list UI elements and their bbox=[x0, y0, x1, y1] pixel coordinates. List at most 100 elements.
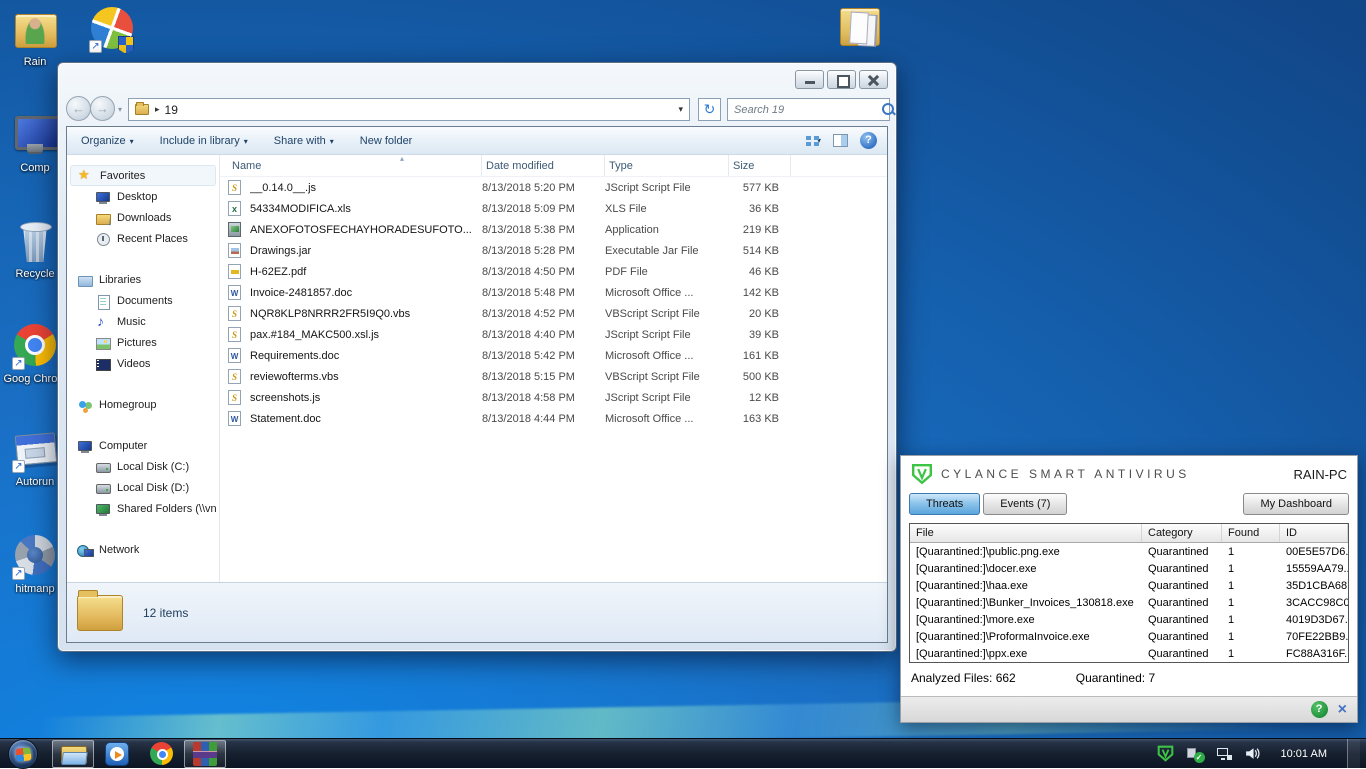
file-row[interactable]: screenshots.js 8/13/2018 4:58 PM JScript… bbox=[220, 387, 887, 408]
column-header-name[interactable]: Name bbox=[228, 155, 482, 176]
file-date: 8/13/2018 4:40 PM bbox=[482, 329, 605, 341]
computer-icon bbox=[11, 112, 59, 160]
sidebar-item-local-disk-c[interactable]: Local Disk (C:) bbox=[67, 456, 219, 477]
hitmanpro-icon bbox=[11, 533, 59, 581]
refresh-button[interactable]: ↻ bbox=[698, 98, 721, 121]
winrar-icon bbox=[193, 742, 217, 766]
sidebar-item-network[interactable]: Network bbox=[67, 539, 219, 560]
maximize-button[interactable] bbox=[827, 70, 856, 89]
search-input[interactable] bbox=[728, 104, 882, 116]
help-icon[interactable]: ? bbox=[1311, 701, 1328, 718]
sidebar-item-pictures[interactable]: Pictures bbox=[67, 332, 219, 353]
threat-row[interactable]: [Quarantined:]\haa.exe Quarantined 1 35D… bbox=[910, 577, 1348, 594]
sidebar-item-favorites[interactable]: Favorites bbox=[70, 165, 216, 186]
chrome-icon bbox=[11, 323, 59, 371]
share-with-button[interactable]: Share with bbox=[274, 135, 334, 147]
preview-pane-button[interactable] bbox=[833, 134, 848, 147]
desktop-icon-folder[interactable] bbox=[826, 2, 890, 52]
sidebar-item-videos[interactable]: Videos bbox=[67, 353, 219, 374]
start-button[interactable] bbox=[8, 739, 38, 769]
file-row[interactable]: Invoice-2481857.doc 8/13/2018 5:48 PM Mi… bbox=[220, 282, 887, 303]
disk-icon bbox=[95, 480, 111, 496]
search-box[interactable] bbox=[727, 98, 890, 121]
file-row[interactable]: Drawings.jar 8/13/2018 5:28 PM Executabl… bbox=[220, 240, 887, 261]
tab-events[interactable]: Events (7) bbox=[983, 493, 1067, 515]
taskbar-explorer-button[interactable] bbox=[52, 740, 94, 768]
explorer-titlebar[interactable] bbox=[58, 63, 896, 96]
address-dropdown-icon[interactable]: ▾ bbox=[678, 104, 683, 115]
threat-category: Quarantined bbox=[1142, 614, 1222, 626]
taskbar-winrar-button[interactable] bbox=[184, 740, 226, 768]
file-name: H-62EZ.pdf bbox=[250, 266, 482, 278]
file-size: 219 KB bbox=[729, 224, 791, 236]
threat-id: FC88A316F... bbox=[1280, 648, 1348, 660]
column-id[interactable]: ID bbox=[1280, 524, 1348, 542]
network-icon[interactable] bbox=[1215, 745, 1232, 762]
column-file[interactable]: File bbox=[910, 524, 1142, 542]
close-button[interactable] bbox=[859, 70, 888, 89]
my-dashboard-button[interactable]: My Dashboard bbox=[1243, 493, 1349, 515]
volume-icon[interactable] bbox=[1244, 745, 1261, 762]
threat-row[interactable]: [Quarantined:]\docer.exe Quarantined 1 1… bbox=[910, 560, 1348, 577]
forward-button[interactable]: → bbox=[90, 96, 115, 121]
sidebar-item-libraries[interactable]: Libraries bbox=[67, 269, 219, 290]
file-icon bbox=[228, 411, 241, 426]
desktop-icon-user-folder[interactable]: Rain bbox=[3, 6, 67, 69]
taskbar-media-player-button[interactable] bbox=[96, 740, 138, 768]
threat-row[interactable]: [Quarantined:]\Bunker_Invoices_130818.ex… bbox=[910, 594, 1348, 611]
sidebar-item-local-disk-d[interactable]: Local Disk (D:) bbox=[67, 477, 219, 498]
taskbar-clock[interactable]: 10:01 AM bbox=[1273, 748, 1335, 760]
search-icon[interactable] bbox=[882, 103, 895, 116]
file-size: 514 KB bbox=[729, 245, 791, 257]
cylance-footer: ? × bbox=[901, 696, 1357, 722]
threat-category: Quarantined bbox=[1142, 580, 1222, 592]
close-icon[interactable]: × bbox=[1338, 702, 1347, 718]
file-row[interactable]: H-62EZ.pdf 8/13/2018 4:50 PM PDF File 46… bbox=[220, 261, 887, 282]
file-row[interactable]: Requirements.doc 8/13/2018 5:42 PM Micro… bbox=[220, 345, 887, 366]
minimize-button[interactable] bbox=[795, 70, 824, 89]
sidebar-item-homegroup[interactable]: Homegroup bbox=[67, 394, 219, 415]
threat-row[interactable]: [Quarantined:]\ppx.exe Quarantined 1 FC8… bbox=[910, 645, 1348, 662]
sidebar-item-shared-folders[interactable]: Shared Folders (\\vn bbox=[67, 498, 219, 519]
sidebar-item-desktop[interactable]: Desktop bbox=[67, 186, 219, 207]
help-button[interactable]: ? bbox=[860, 132, 877, 149]
column-header-type[interactable]: Type bbox=[605, 155, 729, 176]
file-row[interactable]: __0.14.0__.js 8/13/2018 5:20 PM JScript … bbox=[220, 177, 887, 198]
file-row[interactable]: reviewofterms.vbs 8/13/2018 5:15 PM VBSc… bbox=[220, 366, 887, 387]
threat-row[interactable]: [Quarantined:]\public.png.exe Quarantine… bbox=[910, 543, 1348, 560]
address-bar[interactable]: ▸ 19 ▾ bbox=[128, 98, 690, 121]
organize-button[interactable]: Organize bbox=[81, 135, 134, 147]
file-row[interactable]: Statement.doc 8/13/2018 4:44 PM Microsof… bbox=[220, 408, 887, 429]
usb-device-icon[interactable]: ✓ bbox=[1186, 745, 1203, 762]
breadcrumb[interactable]: 19 bbox=[165, 103, 178, 117]
sidebar-item-computer[interactable]: Computer bbox=[67, 435, 219, 456]
column-header-date[interactable]: Date modified bbox=[482, 155, 605, 176]
include-in-library-button[interactable]: Include in library bbox=[160, 135, 248, 147]
file-row[interactable]: pax.#184_MAKC500.xsl.js 8/13/2018 4:40 P… bbox=[220, 324, 887, 345]
tab-threats[interactable]: Threats bbox=[909, 493, 980, 515]
desktop-icon-antivirus-shortcut[interactable] bbox=[80, 6, 144, 56]
column-category[interactable]: Category bbox=[1142, 524, 1222, 542]
file-row[interactable]: ANEXOFOTOSFECHAYHORADESUFOTO... 8/13/201… bbox=[220, 219, 887, 240]
sidebar-item-documents[interactable]: Documents bbox=[67, 290, 219, 311]
threat-row[interactable]: [Quarantined:]\more.exe Quarantined 1 40… bbox=[910, 611, 1348, 628]
sidebar-item-downloads[interactable]: Downloads bbox=[67, 207, 219, 228]
sidebar-item-music[interactable]: Music bbox=[67, 311, 219, 332]
chrome-icon bbox=[150, 742, 173, 765]
threat-row[interactable]: [Quarantined:]\ProformaInvoice.exe Quara… bbox=[910, 628, 1348, 645]
column-found[interactable]: Found bbox=[1222, 524, 1280, 542]
show-desktop-button[interactable] bbox=[1347, 739, 1360, 768]
new-folder-button[interactable]: New folder bbox=[360, 135, 413, 147]
file-date: 8/13/2018 4:58 PM bbox=[482, 392, 605, 404]
file-name: ANEXOFOTOSFECHAYHORADESUFOTO... bbox=[250, 224, 482, 236]
sidebar-item-recent-places[interactable]: Recent Places bbox=[67, 228, 219, 249]
folder-icon bbox=[77, 595, 123, 631]
column-header-size[interactable]: Size bbox=[729, 155, 791, 176]
history-dropdown-icon[interactable]: ▾ bbox=[118, 105, 122, 114]
file-row[interactable]: NQR8KLP8NRRR2FR5I9Q0.vbs 8/13/2018 4:52 … bbox=[220, 303, 887, 324]
taskbar-chrome-button[interactable] bbox=[140, 740, 182, 768]
back-button[interactable]: ← bbox=[66, 96, 91, 121]
change-view-button[interactable]: ▾ bbox=[806, 135, 821, 147]
cylance-tray-icon[interactable] bbox=[1157, 745, 1174, 762]
file-row[interactable]: 54334MODIFICA.xls 8/13/2018 5:09 PM XLS … bbox=[220, 198, 887, 219]
